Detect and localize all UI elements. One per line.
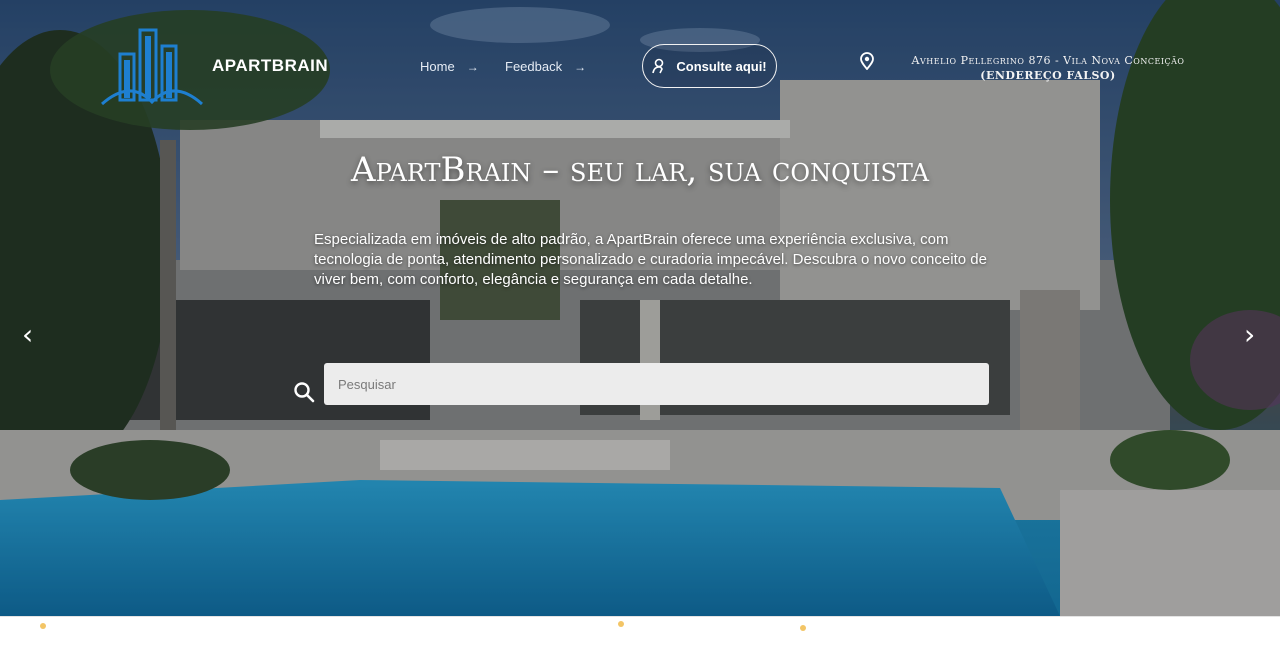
- decorative-dot: [800, 625, 806, 631]
- brand-name[interactable]: APARTBRAIN: [212, 56, 328, 76]
- decorative-dot: [40, 623, 46, 629]
- chevron-right-icon[interactable]: ›: [1244, 318, 1255, 351]
- search-icon[interactable]: [293, 381, 315, 403]
- building-logo-icon[interactable]: [100, 24, 204, 110]
- decorative-dot: [618, 621, 624, 627]
- hero-description: Especializada em imóveis de alto padrão,…: [314, 231, 987, 288]
- consult-button-label: Consulte aqui!: [676, 58, 767, 74]
- address-line: Avhelio Pellegrino 876 - Vila Nova Conce…: [911, 54, 1185, 67]
- chevron-left-icon[interactable]: ‹: [22, 318, 33, 351]
- hero-headline: ApartBrain – seu lar, sua conquista: [351, 150, 929, 190]
- address-note: (ENDEREÇO FALSO): [980, 69, 1116, 82]
- nav-feedback-label: Feedback: [505, 59, 563, 74]
- user-icon: [652, 58, 664, 74]
- consult-button[interactable]: Consulte aqui!: [642, 44, 777, 88]
- nav-home-label: Home: [420, 59, 455, 74]
- next-section-strip: [0, 616, 1280, 645]
- search-input[interactable]: [324, 363, 989, 405]
- address-text: Avhelio Pellegrino 876 - Vila Nova Conce…: [898, 53, 1198, 83]
- hero-section: APARTBRAIN Home → Feedback → Consulte aq…: [0, 0, 1280, 616]
- nav-home-link[interactable]: Home →: [420, 59, 479, 74]
- arrow-right-icon: →: [574, 59, 587, 74]
- arrow-right-icon: →: [466, 59, 479, 74]
- nav-feedback-link[interactable]: Feedback →: [505, 59, 586, 74]
- map-pin-icon: [860, 52, 874, 70]
